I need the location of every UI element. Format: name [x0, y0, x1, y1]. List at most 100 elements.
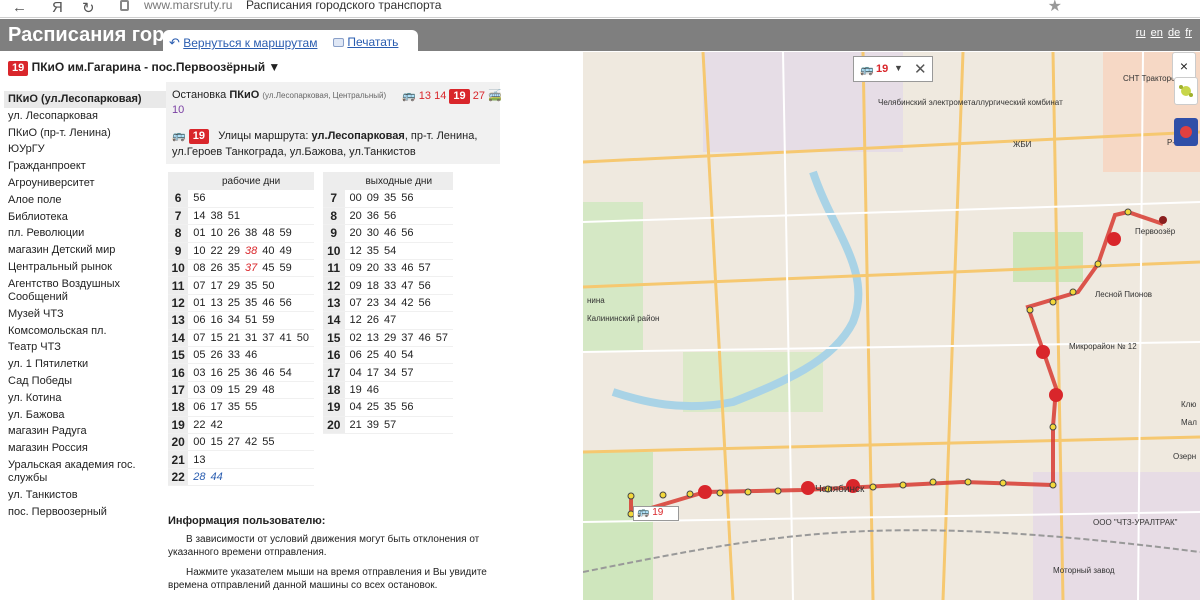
- departure-time[interactable]: 35: [228, 401, 240, 413]
- departure-time[interactable]: 12: [350, 245, 362, 257]
- stop-item[interactable]: магазин Радуга: [4, 423, 166, 440]
- route-end-pin[interactable]: [1159, 216, 1167, 224]
- map-route-selector[interactable]: 🚌 19 ▼ ✕: [853, 56, 933, 82]
- stop-item[interactable]: Гражданпроект: [4, 158, 166, 175]
- departure-time[interactable]: 13: [367, 332, 379, 344]
- departure-time[interactable]: 51: [245, 314, 257, 326]
- departure-time[interactable]: 16: [211, 314, 223, 326]
- departure-time[interactable]: 21: [350, 419, 362, 431]
- departure-time[interactable]: 20: [350, 227, 362, 239]
- departure-time[interactable]: 15: [228, 384, 240, 396]
- departure-time[interactable]: 25: [228, 367, 240, 379]
- map-close-icon[interactable]: ×: [1172, 52, 1196, 80]
- departure-time[interactable]: 25: [367, 349, 379, 361]
- departure-time[interactable]: 57: [419, 262, 431, 274]
- stop-item[interactable]: ул. Лесопарковая: [4, 108, 166, 125]
- departure-time[interactable]: 19: [350, 384, 362, 396]
- departure-time[interactable]: 34: [384, 297, 396, 309]
- departure-time[interactable]: 14: [193, 210, 205, 222]
- departure-time[interactable]: 41: [280, 332, 292, 344]
- departure-time[interactable]: 29: [228, 245, 240, 257]
- stop-item[interactable]: ул. Котина: [4, 390, 166, 407]
- departure-time[interactable]: 09: [350, 280, 362, 292]
- departure-time[interactable]: 59: [280, 227, 292, 239]
- departure-time[interactable]: 51: [228, 210, 240, 222]
- stop-item[interactable]: Театр ЧТЗ: [4, 339, 166, 356]
- departure-time[interactable]: 57: [384, 419, 396, 431]
- stop-item[interactable]: ПКиО (ул.Лесопарковая): [4, 91, 166, 108]
- departure-time[interactable]: 40: [384, 349, 396, 361]
- departure-time[interactable]: 17: [211, 401, 223, 413]
- departure-time[interactable]: 09: [367, 192, 379, 204]
- departure-time[interactable]: 35: [245, 280, 257, 292]
- departure-time[interactable]: 26: [211, 262, 223, 274]
- departure-time[interactable]: 54: [280, 367, 292, 379]
- departure-time[interactable]: 15: [211, 436, 223, 448]
- stop-item[interactable]: ул. Танкистов: [4, 487, 166, 504]
- stop-item[interactable]: Сад Победы: [4, 373, 166, 390]
- departure-time[interactable]: 46: [419, 332, 431, 344]
- departure-time[interactable]: 07: [193, 280, 205, 292]
- bookmark-star-icon[interactable]: ★: [1048, 0, 1062, 16]
- departure-time[interactable]: 47: [384, 314, 396, 326]
- departure-time[interactable]: 59: [262, 314, 274, 326]
- departure-time[interactable]: 13: [193, 454, 205, 466]
- departure-time[interactable]: 46: [367, 384, 379, 396]
- departure-time[interactable]: 42: [245, 436, 257, 448]
- departure-time[interactable]: 56: [280, 297, 292, 309]
- departure-time[interactable]: 20: [350, 210, 362, 222]
- map-layer-button[interactable]: [1174, 77, 1198, 105]
- stop-item[interactable]: ПКиО (пр-т. Ленина): [4, 125, 166, 142]
- departure-time[interactable]: 22: [211, 245, 223, 257]
- departure-time[interactable]: 01: [193, 227, 205, 239]
- departure-time[interactable]: 34: [384, 367, 396, 379]
- departure-time[interactable]: 03: [193, 367, 205, 379]
- stop-item[interactable]: Библиотека: [4, 209, 166, 226]
- departure-time[interactable]: 35: [384, 192, 396, 204]
- departure-time[interactable]: 26: [228, 227, 240, 239]
- departure-time[interactable]: 23: [367, 297, 379, 309]
- departure-time[interactable]: 34: [228, 314, 240, 326]
- departure-time[interactable]: 57: [401, 367, 413, 379]
- chevron-down-icon[interactable]: ▼: [894, 63, 903, 73]
- departure-time[interactable]: 29: [245, 384, 257, 396]
- departure-time[interactable]: 56: [384, 210, 396, 222]
- departure-time[interactable]: 42: [211, 419, 223, 431]
- departure-time[interactable]: 13: [211, 297, 223, 309]
- stop-item[interactable]: Уральская академия гос. службы: [4, 457, 166, 487]
- departure-time[interactable]: 05: [193, 349, 205, 361]
- print-link[interactable]: Печатать: [333, 35, 398, 49]
- departure-time[interactable]: 06: [193, 401, 205, 413]
- reload-icon[interactable]: ↻: [82, 0, 95, 17]
- departure-time[interactable]: 46: [245, 349, 257, 361]
- departure-time[interactable]: 25: [228, 297, 240, 309]
- departure-time[interactable]: 56: [419, 280, 431, 292]
- address-bar[interactable]: www.marsruty.ru Расписания городского тр…: [112, 0, 1062, 17]
- departure-time[interactable]: 35: [245, 297, 257, 309]
- departure-time[interactable]: 56: [401, 192, 413, 204]
- departure-time[interactable]: 36: [245, 367, 257, 379]
- departure-time[interactable]: 38: [211, 210, 223, 222]
- departure-time[interactable]: 33: [384, 262, 396, 274]
- back-to-routes-label[interactable]: Вернуться к маршрутам: [183, 36, 317, 50]
- departure-time[interactable]: 46: [401, 262, 413, 274]
- stop-item[interactable]: ЮУрГУ: [4, 141, 166, 158]
- stop-item[interactable]: пос. Первоозерный: [4, 504, 166, 521]
- departure-time[interactable]: 54: [384, 245, 396, 257]
- departure-time[interactable]: 45: [262, 262, 274, 274]
- departure-time[interactable]: 50: [297, 332, 309, 344]
- departure-time[interactable]: 09: [350, 262, 362, 274]
- departure-time[interactable]: 33: [228, 349, 240, 361]
- departure-time[interactable]: 50: [262, 280, 274, 292]
- stop-item[interactable]: Агроуниверситет: [4, 175, 166, 192]
- departure-time[interactable]: 33: [384, 280, 396, 292]
- departure-time[interactable]: 35: [228, 262, 240, 274]
- departure-time[interactable]: 55: [245, 401, 257, 413]
- departure-time[interactable]: 21: [228, 332, 240, 344]
- back-to-routes-link[interactable]: ↶ Вернуться к маршрутам: [169, 35, 317, 51]
- lang-en[interactable]: en: [1151, 27, 1163, 39]
- departure-time[interactable]: 48: [262, 384, 274, 396]
- back-arrow-icon[interactable]: ←: [12, 0, 27, 16]
- departure-time[interactable]: 56: [193, 192, 205, 204]
- departure-time[interactable]: 38: [245, 227, 257, 239]
